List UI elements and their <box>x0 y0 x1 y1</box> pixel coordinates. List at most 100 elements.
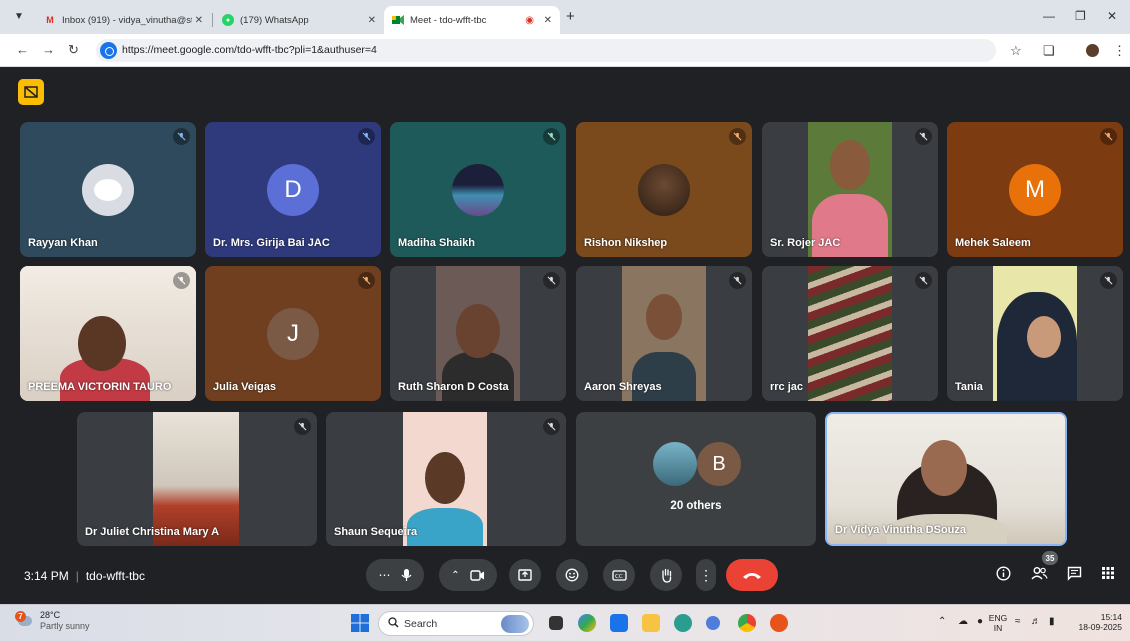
leave-call-button[interactable] <box>726 559 778 591</box>
gmail-icon: M <box>46 15 54 25</box>
muted-mic-icon <box>543 272 560 289</box>
reactions-button[interactable] <box>556 559 588 591</box>
participant-tile[interactable]: PREEMA VICTORIN TAURO <box>20 266 196 401</box>
whatsapp-icon: ● <box>222 14 234 26</box>
camera-icon <box>469 569 484 581</box>
close-window-icon[interactable]: ✕ <box>1107 9 1117 23</box>
participant-tile[interactable]: J Julia Veigas <box>205 266 381 401</box>
muted-mic-icon <box>294 418 311 435</box>
back-icon[interactable]: ← <box>16 42 29 57</box>
participant-tile[interactable]: Tania <box>947 266 1123 401</box>
chat-icon[interactable] <box>1067 566 1082 584</box>
language-indicator[interactable]: ENG IN <box>986 613 1010 633</box>
chrome-icon[interactable] <box>738 614 756 632</box>
participant-tile[interactable]: Sr. Rojer JAC <box>762 122 938 257</box>
participant-tile[interactable]: rrc jac <box>762 266 938 401</box>
participant-tile[interactable]: M Mehek Saleem <box>947 122 1123 257</box>
muted-mic-icon <box>729 272 746 289</box>
browser-menu-icon[interactable]: ⋮ <box>1113 43 1126 59</box>
edge-icon[interactable] <box>674 614 692 632</box>
captions-button[interactable]: CC <box>603 559 635 591</box>
search-highlight-icon <box>501 615 529 633</box>
present-icon <box>518 569 532 581</box>
meeting-time: 3:14 PM <box>24 569 69 583</box>
muted-mic-icon <box>543 128 560 145</box>
muted-mic-icon <box>915 272 932 289</box>
meeting-details-info-icon[interactable] <box>996 566 1011 584</box>
restore-icon[interactable]: ❐ <box>1075 9 1086 23</box>
participant-tile[interactable]: Shaun Sequeira <box>326 412 566 546</box>
participant-count-badge: 35 <box>1042 551 1058 565</box>
close-tab-icon[interactable]: ✕ <box>368 15 376 26</box>
svg-text:CC: CC <box>615 574 623 580</box>
volume-icon[interactable]: ♬ <box>1031 616 1041 627</box>
bookmark-star-icon[interactable]: ☆ <box>1010 43 1022 59</box>
camera-control[interactable]: ⌃ <box>439 559 497 591</box>
more-audio-options-icon[interactable]: ⋯ <box>379 568 391 582</box>
activities-icon[interactable] <box>1101 566 1115 583</box>
show-hidden-icons-icon[interactable]: ⌃ <box>938 616 946 627</box>
office-icon[interactable] <box>770 614 788 632</box>
present-screen-button[interactable] <box>509 559 541 591</box>
participant-tile[interactable]: Ruth Sharon D Costa <box>390 266 566 401</box>
participant-tile[interactable]: D Dr. Mrs. Girija Bai JAC <box>205 122 381 257</box>
weather-condition: Partly sunny <box>40 621 90 631</box>
muted-mic-icon <box>915 128 932 145</box>
taskbar-search[interactable]: Search <box>378 611 534 636</box>
emoji-icon <box>565 568 579 582</box>
microphone-icon <box>401 569 411 581</box>
search-icon <box>388 617 399 631</box>
microphone-control[interactable]: ⋯ <box>366 559 424 591</box>
tab-divider <box>212 13 213 27</box>
raise-hand-button[interactable] <box>650 559 682 591</box>
extensions-icon[interactable]: ❏ <box>1043 43 1055 59</box>
url-field[interactable]: https://meet.google.com/tdo-wfft-tbc?pli… <box>96 39 996 62</box>
self-view-tile[interactable]: Dr Vidya Vinutha DSouza <box>825 412 1067 546</box>
more-video-options-icon[interactable]: ⌃ <box>451 570 459 581</box>
task-view-icon[interactable] <box>549 616 563 630</box>
cloud-icon[interactable]: ☁ <box>958 616 968 627</box>
clock[interactable]: 15:14 18-09-2025 <box>1068 612 1122 632</box>
meeting-info: 3:14 PM | tdo-wfft-tbc <box>24 569 145 583</box>
new-tab-icon[interactable]: + <box>566 8 575 25</box>
tab-search-chevron-icon[interactable]: ▼ <box>14 11 24 22</box>
minimize-icon[interactable]: — <box>1043 9 1055 23</box>
picture-in-picture-button[interactable] <box>18 79 44 105</box>
others-tile[interactable]: B 20 others <box>576 412 816 546</box>
weather-alert-badge: 7 <box>15 611 26 622</box>
file-explorer-icon[interactable] <box>642 614 660 632</box>
microphone-tray-icon[interactable]: ● <box>977 616 983 627</box>
avatar <box>82 164 134 216</box>
app-icon[interactable] <box>706 616 720 630</box>
site-info-icon[interactable] <box>100 42 117 59</box>
participant-tile[interactable]: Rishon Nikshep <box>576 122 752 257</box>
tab-gmail[interactable]: M Inbox (919) - vidya_vinutha@st ✕ <box>36 6 211 34</box>
muted-mic-icon <box>543 418 560 435</box>
video-feed <box>808 266 892 401</box>
people-icon[interactable] <box>1031 566 1048 584</box>
tab-whatsapp[interactable]: ● (179) WhatsApp ✕ <box>214 6 384 34</box>
microsoft-store-icon[interactable] <box>610 614 628 632</box>
close-tab-icon[interactable]: ✕ <box>195 15 203 26</box>
tab-meet[interactable]: Meet - tdo-wfft-tbc ◉ ✕ <box>384 6 560 34</box>
more-options-button[interactable]: ⋮ <box>696 559 716 591</box>
weather-widget[interactable]: 7 28°C Partly sunny <box>14 610 90 632</box>
participant-tile[interactable]: Madiha Shaikh <box>390 122 566 257</box>
windows-start-icon[interactable] <box>350 613 370 633</box>
copilot-icon[interactable] <box>578 614 596 632</box>
participant-tile[interactable]: Rayyan Khan <box>20 122 196 257</box>
participant-tile[interactable]: Aaron Shreyas <box>576 266 752 401</box>
participant-tile[interactable]: Dr Juliet Christina Mary A <box>77 412 317 546</box>
muted-mic-icon <box>358 272 375 289</box>
meeting-code[interactable]: tdo-wfft-tbc <box>86 569 145 583</box>
reload-icon[interactable]: ↻ <box>68 42 79 58</box>
muted-mic-icon <box>1100 128 1117 145</box>
avatar: D <box>267 164 319 216</box>
battery-icon[interactable]: ▮ <box>1049 616 1055 627</box>
wifi-icon[interactable]: ≈ <box>1015 616 1021 627</box>
forward-icon[interactable]: → <box>42 42 55 57</box>
close-tab-icon[interactable]: ✕ <box>544 15 552 26</box>
partly-sunny-icon: 7 <box>14 611 34 631</box>
profile-avatar[interactable] <box>1086 44 1099 57</box>
video-feed <box>993 266 1077 401</box>
